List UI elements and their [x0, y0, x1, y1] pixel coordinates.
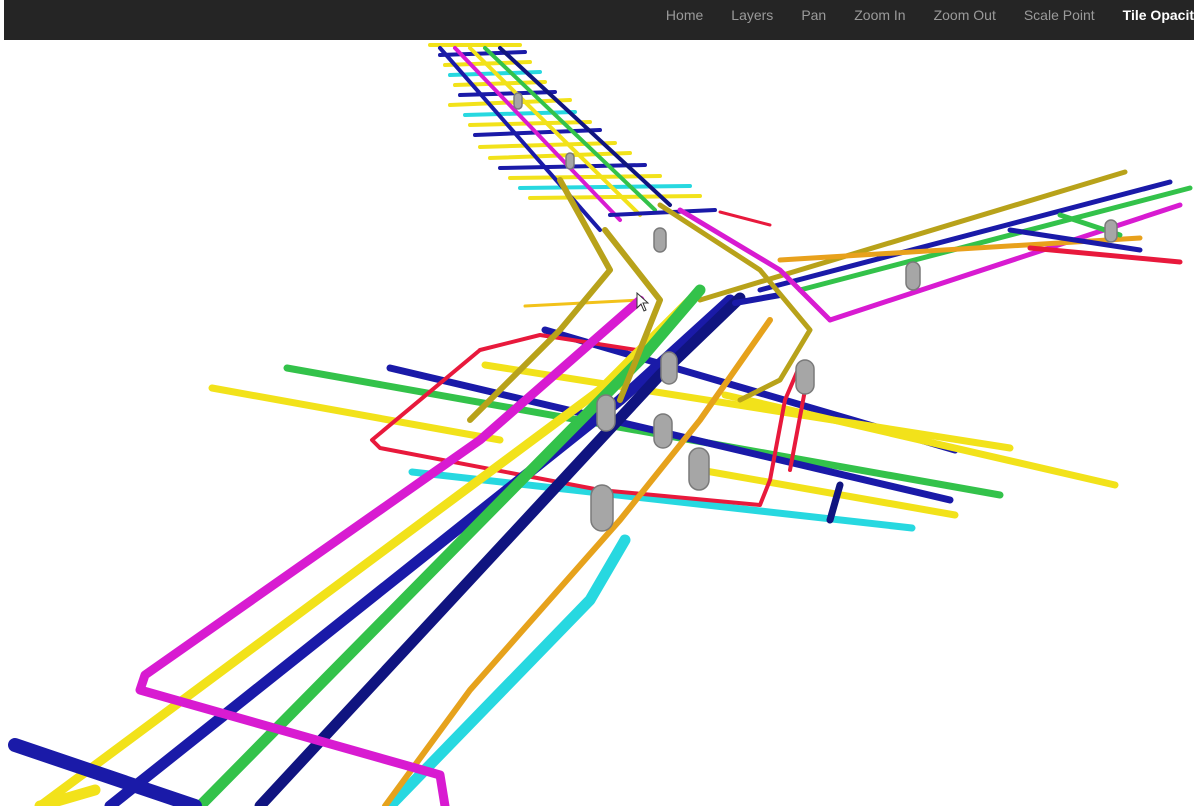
manhole-icon	[653, 227, 667, 253]
nav-scale-point[interactable]: Scale Point	[1010, 0, 1109, 40]
navbar-edge	[0, 0, 4, 40]
manhole-icon	[1104, 219, 1118, 243]
manhole-icon	[590, 484, 614, 532]
nav-zoom-in[interactable]: Zoom In	[840, 0, 919, 40]
nav-zoom-out[interactable]: Zoom Out	[920, 0, 1010, 40]
3d-utility-pipe-view[interactable]	[0, 40, 1194, 806]
top-navbar: Home Layers Pan Zoom In Zoom Out Scale P…	[0, 0, 1194, 40]
manhole-icon	[660, 351, 678, 385]
front-yellow-pipe[interactable]	[34, 784, 101, 806]
nav-tile-opacity[interactable]: Tile Opacit	[1109, 0, 1194, 40]
mouse-cursor-icon	[636, 292, 650, 312]
manhole-icon	[905, 261, 921, 291]
main-trunk-pipes[interactable]	[35, 177, 833, 806]
manhole-icon	[653, 413, 673, 449]
manhole-icon	[596, 394, 616, 432]
manhole-icon	[795, 359, 815, 395]
manhole-icon	[565, 152, 575, 170]
manhole-icon	[688, 447, 710, 491]
nav-menu: Home Layers Pan Zoom In Zoom Out Scale P…	[652, 0, 1194, 40]
manhole-icon	[513, 92, 523, 110]
nav-layers[interactable]: Layers	[717, 0, 787, 40]
nav-pan[interactable]: Pan	[787, 0, 840, 40]
distant-pipe-cluster	[428, 43, 702, 232]
nav-home[interactable]: Home	[652, 0, 717, 40]
